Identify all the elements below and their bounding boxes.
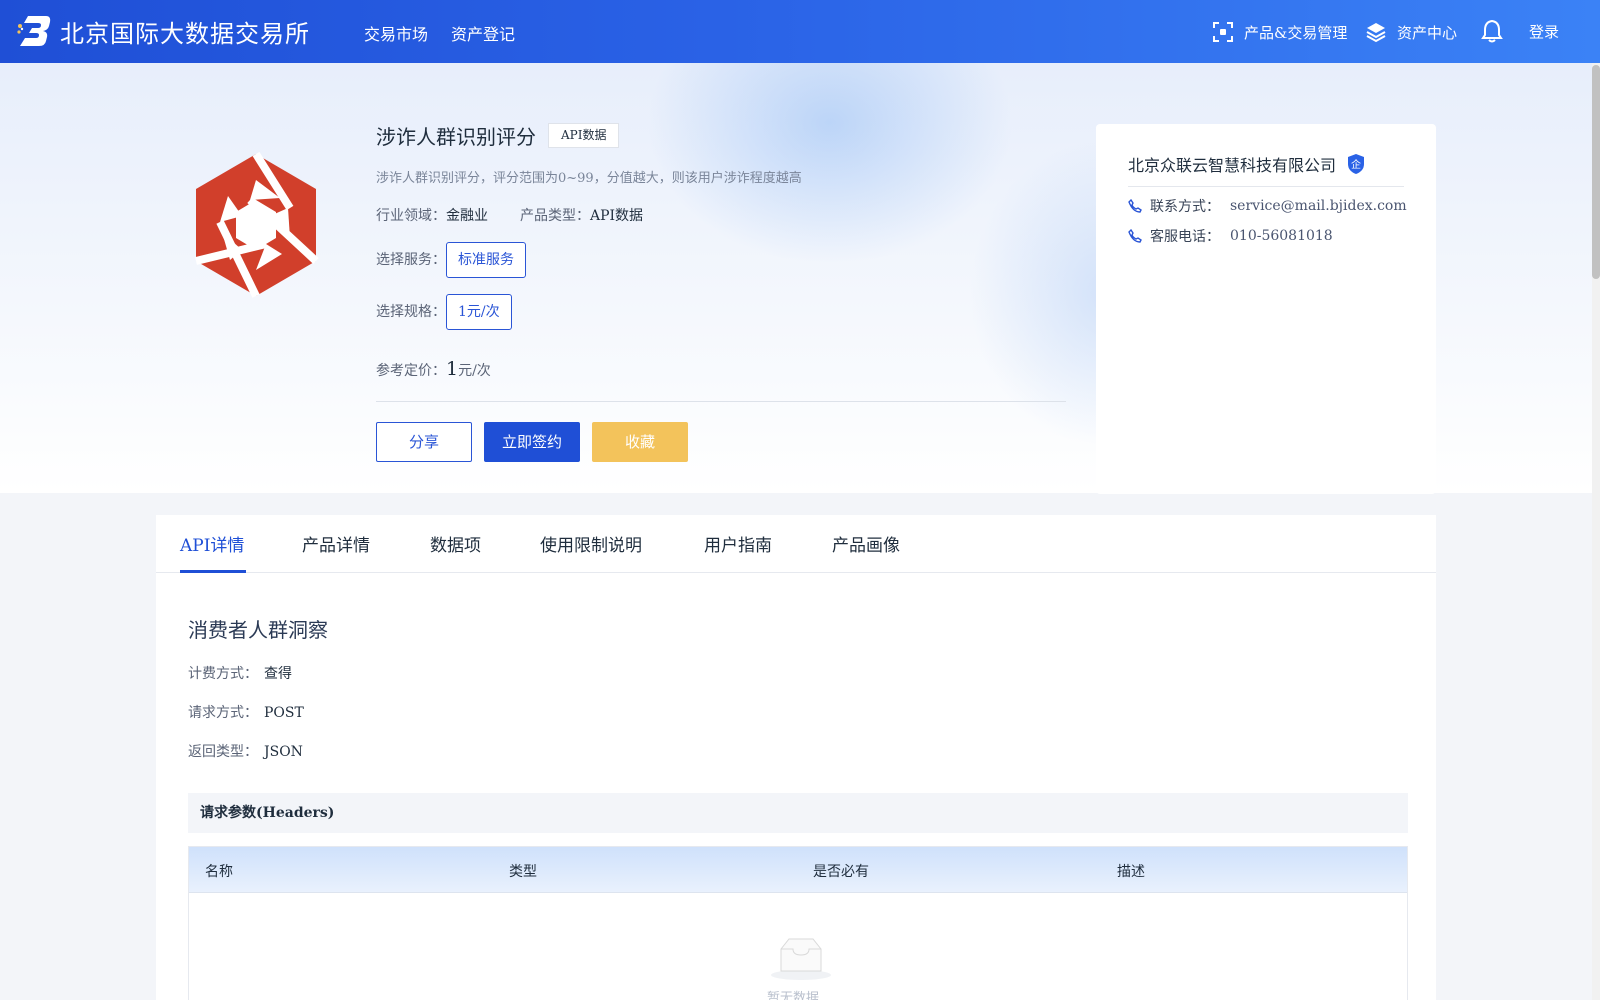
brand-name[interactable]: 北京国际大数据交易所 <box>60 14 310 49</box>
product-type-label: 产品类型： <box>520 208 590 224</box>
layers-icon <box>1366 23 1386 43</box>
company-name[interactable]: 北京众联云智慧科技有限公司 <box>1128 152 1336 176</box>
price-unit: 元/次 <box>458 363 491 379</box>
method-row: 请求方式： POST <box>188 702 304 722</box>
contact-email[interactable]: service@mail.bjidex.com <box>1230 198 1407 214</box>
headers-section-title: 请求参数(Headers) <box>188 793 1408 833</box>
api-section-title: 消费者人群洞察 <box>188 618 328 642</box>
nav-product-trade-label: 产品&交易管理 <box>1244 23 1348 42</box>
share-button[interactable]: 分享 <box>376 422 472 462</box>
product-title: 涉诈人群识别评分 <box>376 125 536 149</box>
tab-api-details[interactable]: API详情 <box>180 531 244 556</box>
spec-option[interactable]: 1元/次 <box>446 294 512 330</box>
return-label: 返回类型： <box>188 744 258 760</box>
headers-table: 名称 类型 是否必有 描述 暂无数据 <box>188 846 1408 1000</box>
contact-label: 联系方式： <box>1150 199 1220 215</box>
return-row: 返回类型： JSON <box>188 741 303 761</box>
nav-asset-registration[interactable]: 资产登记 <box>451 21 515 45</box>
tab-product-details[interactable]: 产品详情 <box>302 531 370 556</box>
detail-panel: API详情 产品详情 数据项 使用限制说明 用户指南 产品画像 消费者人群洞察 … <box>156 515 1436 1000</box>
industry-field: 行业领域：金融业 <box>376 205 488 225</box>
price-label: 参考定价： <box>376 363 446 379</box>
top-navbar: 北京国际大数据交易所 交易市场 资产登记 产品&交易管理 资产中心 登录 <box>0 0 1600 63</box>
reference-price: 参考定价：1元/次 <box>376 358 491 380</box>
product-type-value: API数据 <box>590 208 644 224</box>
phone-icon <box>1128 229 1142 243</box>
billing-row: 计费方式： 查得 <box>188 663 292 683</box>
active-tab-indicator <box>180 570 246 573</box>
empty-inbox-icon <box>771 938 831 980</box>
nav-product-trade-management[interactable]: 产品&交易管理 <box>1212 21 1347 43</box>
bjidex-logo-icon[interactable] <box>16 14 52 48</box>
billing-value: 查得 <box>264 666 292 682</box>
tab-data-items[interactable]: 数据项 <box>430 531 481 556</box>
nav-asset-center[interactable]: 资产中心 <box>1365 21 1457 43</box>
divider <box>376 401 1066 402</box>
nav-market[interactable]: 交易市场 <box>364 21 428 45</box>
industry-value: 金融业 <box>446 208 488 224</box>
tab-usage-restrictions[interactable]: 使用限制说明 <box>540 531 642 556</box>
tab-user-guide[interactable]: 用户指南 <box>704 531 772 556</box>
product-description: 涉诈人群识别评分，评分范围为0~99，分值越大，则该用户涉诈程度越高 <box>376 171 802 186</box>
column-type: 类型 <box>509 864 537 880</box>
column-name: 名称 <box>205 864 233 880</box>
login-link[interactable]: 登录 <box>1529 21 1559 42</box>
method-value: POST <box>264 705 304 721</box>
sign-now-button[interactable]: 立即签约 <box>484 422 580 462</box>
empty-state-text: 暂无数据 <box>767 991 820 1000</box>
product-type-tag: API数据 <box>548 123 620 148</box>
detail-tabs: API详情 产品详情 数据项 使用限制说明 用户指南 产品画像 <box>156 515 1436 573</box>
contact-row: 联系方式： service@mail.bjidex.com <box>1128 196 1407 216</box>
scan-icon <box>1213 22 1233 42</box>
product-logo-icon <box>195 151 319 298</box>
company-divider <box>1128 186 1404 187</box>
column-description: 描述 <box>1117 864 1145 880</box>
favorite-button[interactable]: 收藏 <box>592 422 688 462</box>
product-type-field: 产品类型：API数据 <box>520 205 643 225</box>
bell-icon[interactable] <box>1481 19 1503 43</box>
industry-label: 行业领域： <box>376 208 446 224</box>
phone-row: 客服电话： 010-56081018 <box>1128 226 1333 246</box>
phone-label: 客服电话： <box>1150 229 1220 245</box>
verified-badge-text: 企 <box>1351 158 1361 171</box>
verified-enterprise-icon: 企 <box>1348 154 1364 174</box>
column-required: 是否必有 <box>813 864 869 880</box>
table-header: 名称 类型 是否必有 描述 <box>189 847 1407 893</box>
tab-product-profile[interactable]: 产品画像 <box>832 531 900 556</box>
phone-icon <box>1128 199 1142 213</box>
method-label: 请求方式： <box>188 705 258 721</box>
service-option-standard[interactable]: 标准服务 <box>446 242 526 278</box>
company-card: 北京众联云智慧科技有限公司 企 联系方式： service@mail.bjide… <box>1096 124 1436 494</box>
service-label: 选择服务： <box>376 252 446 268</box>
return-value: JSON <box>264 744 303 760</box>
nav-asset-center-label: 资产中心 <box>1397 23 1458 42</box>
spec-label: 选择规格： <box>376 304 446 320</box>
page-scrollbar-thumb[interactable] <box>1592 65 1600 279</box>
billing-label: 计费方式： <box>188 666 258 682</box>
phone-number: 010-56081018 <box>1230 228 1333 244</box>
price-value: 1 <box>446 358 459 380</box>
